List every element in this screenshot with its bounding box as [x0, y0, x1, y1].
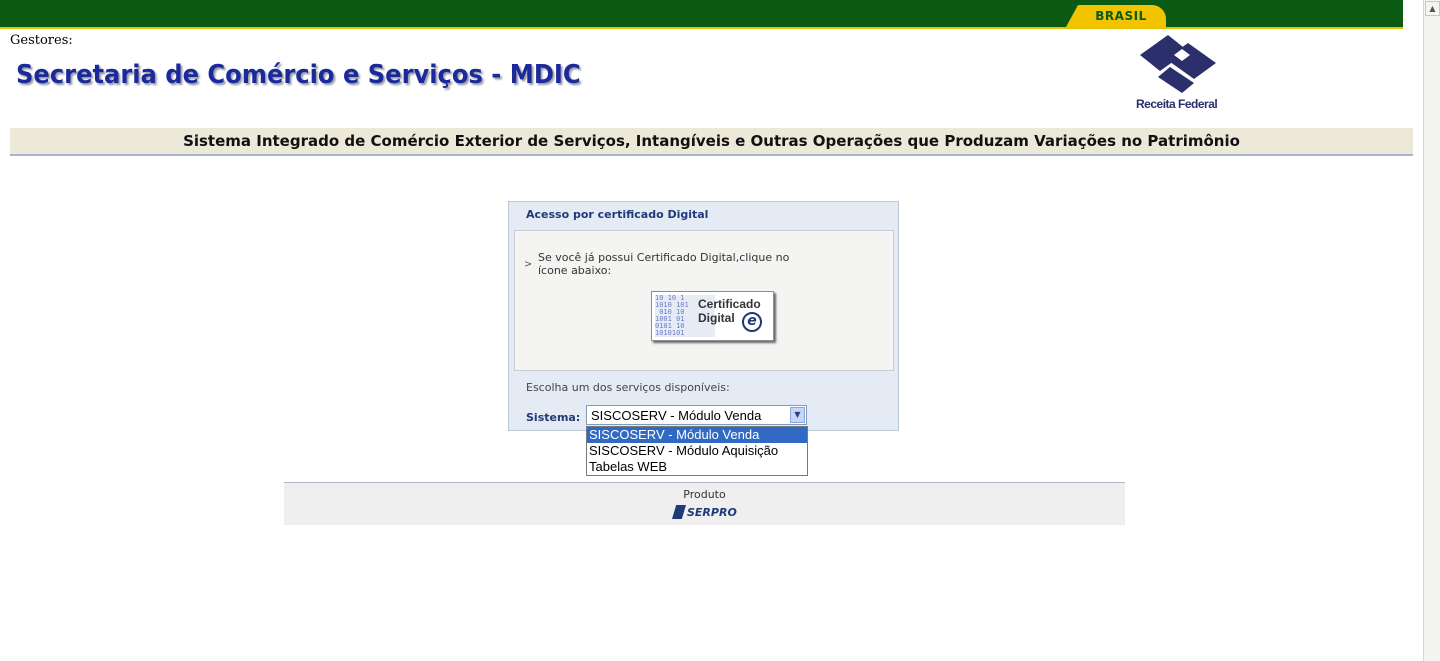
- certificado-digital-button[interactable]: 10 10 1 1010 101 010 10 1001 01 0101 10 …: [651, 291, 774, 341]
- choose-service-label: Escolha um dos serviços disponíveis:: [526, 381, 730, 394]
- sistema-select-value: SISCOSERV - Módulo Venda: [591, 408, 762, 423]
- system-title: Sistema Integrado de Comércio Exterior d…: [183, 132, 1240, 150]
- panel-title: Acesso por certificado Digital: [526, 208, 709, 221]
- system-title-bar: Sistema Integrado de Comércio Exterior d…: [10, 128, 1413, 156]
- bullet-arrow-icon: >: [524, 259, 533, 270]
- option-tabelas-web[interactable]: Tabelas WEB: [587, 459, 807, 475]
- option-siscoserv-venda[interactable]: SISCOSERV - Módulo Venda: [587, 427, 807, 443]
- page-title: Secretaria de Comércio e Serviços - MDIC: [16, 60, 581, 90]
- gestores-label: Gestores:: [10, 33, 73, 48]
- cert-button-line1: Certificado: [698, 297, 761, 311]
- certificate-instruction: Se você já possui Certificado Digital,cl…: [538, 251, 790, 277]
- certificate-box: > Se você já possui Certificado Digital,…: [514, 230, 894, 371]
- option-siscoserv-aquisicao[interactable]: SISCOSERV - Módulo Aquisição: [587, 443, 807, 459]
- scroll-up-icon[interactable]: ▲: [1425, 1, 1440, 16]
- serpro-icon: [672, 505, 686, 519]
- login-panel: Acesso por certificado Digital > Se você…: [508, 201, 899, 431]
- brasil-link[interactable]: BRASIL: [1066, 5, 1166, 27]
- receita-federal-icon: [1140, 35, 1216, 93]
- serpro-logo[interactable]: SERPRO: [672, 503, 737, 521]
- chevron-down-icon[interactable]: ▼: [790, 407, 805, 423]
- serpro-label: SERPRO: [687, 505, 737, 519]
- top-bar: BRASIL: [0, 0, 1403, 29]
- cert-button-line2: Digital: [698, 311, 735, 325]
- receita-federal-label: Receita Federal: [1136, 97, 1218, 111]
- certificado-digital-icon: e: [742, 312, 762, 332]
- footer: Produto SERPRO: [284, 482, 1125, 525]
- sistema-select[interactable]: SISCOSERV - Módulo Venda ▼: [586, 405, 807, 425]
- vertical-scrollbar[interactable]: ▲: [1423, 0, 1440, 661]
- sistema-dropdown-list: SISCOSERV - Módulo Venda SISCOSERV - Mód…: [586, 426, 808, 476]
- brasil-label: BRASIL: [1095, 9, 1147, 23]
- receita-federal-logo: Receita Federal: [1130, 33, 1230, 113]
- produto-label: Produto: [683, 488, 726, 501]
- sistema-label: Sistema:: [526, 411, 581, 424]
